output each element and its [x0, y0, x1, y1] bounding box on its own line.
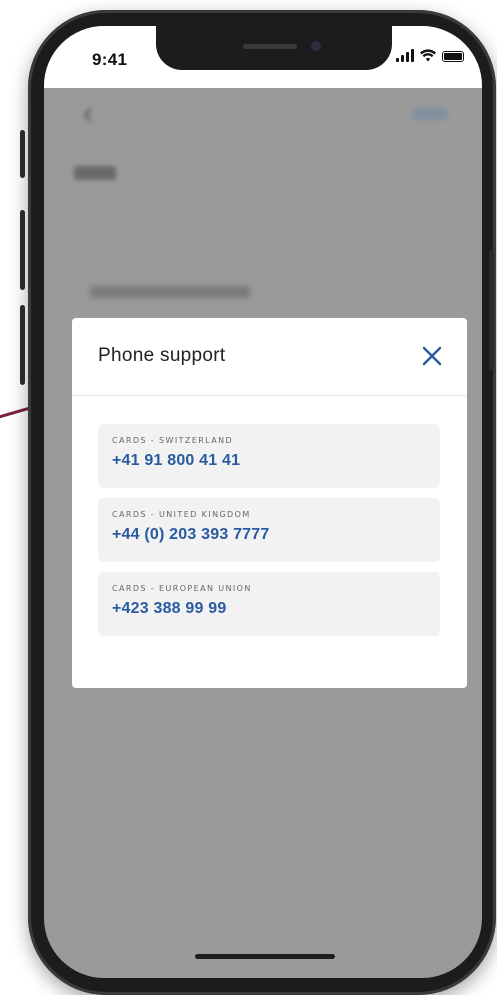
contact-phone-link[interactable]: +41 91 800 41 41: [112, 452, 426, 470]
speaker-grille: [243, 44, 297, 49]
contact-card-united-kingdom[interactable]: CARDS - UNITED KINGDOM +44 (0) 203 393 7…: [98, 498, 440, 562]
notch: [156, 26, 392, 70]
status-time: 9:41: [92, 50, 128, 69]
cellular-signal-icon: [396, 48, 414, 62]
volume-down-button: [20, 305, 25, 385]
contact-card-switzerland[interactable]: CARDS - SWITZERLAND +41 91 800 41 41: [98, 424, 440, 488]
battery-icon: [442, 51, 464, 62]
contact-phone-link[interactable]: +423 388 99 99: [112, 600, 426, 618]
modal-header: Phone support: [72, 318, 467, 396]
contact-label: CARDS - UNITED KINGDOM: [112, 510, 251, 519]
power-button: [489, 250, 494, 370]
status-bar: 9:41: [44, 26, 482, 88]
volume-up-button: [20, 210, 25, 290]
close-icon[interactable]: [419, 343, 445, 369]
phone-screen: 9:41 Phone support CARDS - SWITZERLAND +…: [44, 26, 482, 978]
back-arrow-icon[interactable]: [80, 106, 98, 124]
phone-support-modal: Phone support CARDS - SWITZERLAND +41 91…: [72, 318, 467, 688]
background-header-action[interactable]: [412, 108, 448, 120]
background-list-row[interactable]: [90, 286, 250, 298]
wifi-icon: [420, 49, 436, 62]
status-icons: [396, 48, 464, 62]
contact-card-european-union[interactable]: CARDS - EUROPEAN UNION +423 388 99 99: [98, 572, 440, 636]
contact-phone-link[interactable]: +44 (0) 203 393 7777: [112, 526, 426, 544]
home-indicator[interactable]: [195, 954, 335, 959]
front-camera: [311, 41, 321, 51]
modal-title: Phone support: [98, 345, 226, 366]
contact-label: CARDS - SWITZERLAND: [112, 436, 234, 445]
contact-label: CARDS - EUROPEAN UNION: [112, 584, 252, 593]
silent-switch: [20, 130, 25, 178]
contact-list: CARDS - SWITZERLAND +41 91 800 41 41 CAR…: [98, 424, 440, 646]
background-page-title: [74, 166, 116, 180]
